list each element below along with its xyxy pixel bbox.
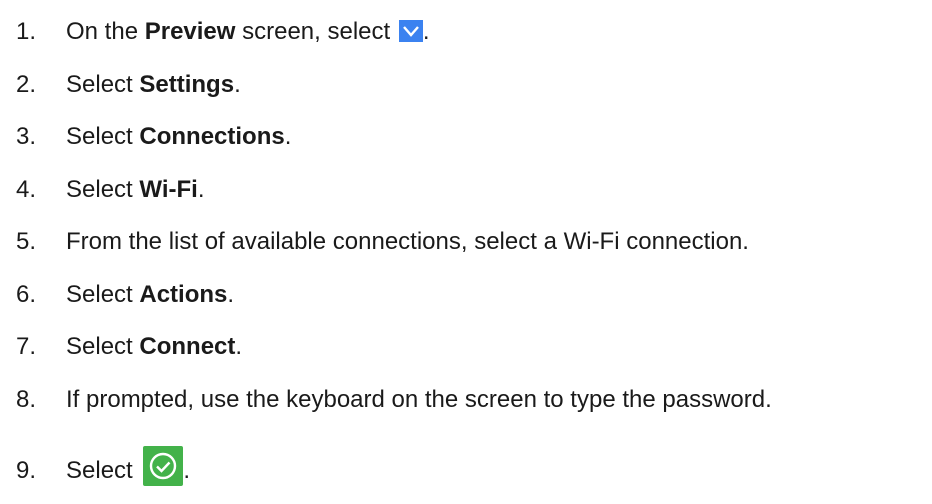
step-text: If prompted, use the keyboard on the scr… (66, 386, 772, 413)
step-number: 3. (16, 123, 37, 150)
step-keyword: Preview (144, 18, 236, 45)
step-number: 5. (16, 228, 37, 255)
step-9: 9. Select . (16, 446, 190, 486)
step-text: Select (66, 123, 140, 150)
step-text: . (234, 71, 241, 98)
step-text: . (227, 281, 235, 308)
step-text: . (197, 176, 205, 203)
check-circle-icon (143, 446, 184, 486)
step-number: 4. (16, 176, 37, 203)
step-1: 1. On the Preview screen, select . (16, 18, 430, 46)
step-text: screen, select (235, 18, 397, 45)
step-text: Select (66, 176, 140, 203)
step-text: . (183, 457, 191, 484)
step-text: Select (66, 281, 140, 308)
step-number: 8. (16, 386, 37, 413)
step-keyword: Wi-Fi (139, 176, 198, 203)
step-number: 2. (16, 71, 37, 98)
step-text: Select (66, 457, 140, 484)
instruction-list: 1. On the Preview screen, select . 2. Sele… (0, 0, 932, 504)
step-3: 3. Select Connections. (16, 123, 291, 151)
step-text: On the (66, 18, 145, 45)
step-text: . (235, 333, 243, 360)
step-2: 2. Select Settings. (16, 71, 241, 99)
step-keyword: Connections (139, 123, 285, 150)
step-7: 7. Select Connect. (16, 333, 242, 361)
step-number: 1. (16, 18, 37, 45)
step-keyword: Connect (139, 333, 236, 360)
chevron-down-icon (398, 20, 423, 42)
step-keyword: Actions (139, 281, 228, 308)
step-text: . (284, 123, 292, 150)
step-text: Select (66, 333, 140, 360)
step-4: 4. Select Wi-Fi. (16, 176, 204, 204)
step-5: 5. From the list of available connections… (16, 228, 749, 256)
step-text: . (422, 18, 430, 45)
step-number: 7. (16, 333, 37, 360)
step-keyword: Settings (139, 71, 235, 98)
step-number: 6. (16, 281, 37, 308)
step-6: 6. Select Actions. (16, 281, 234, 309)
step-8: 8. If prompted, use the keyboard on the s… (16, 386, 772, 414)
step-number: 9. (16, 457, 37, 484)
step-text: From the list of available connections, … (66, 228, 749, 255)
step-text: Select (66, 71, 140, 98)
